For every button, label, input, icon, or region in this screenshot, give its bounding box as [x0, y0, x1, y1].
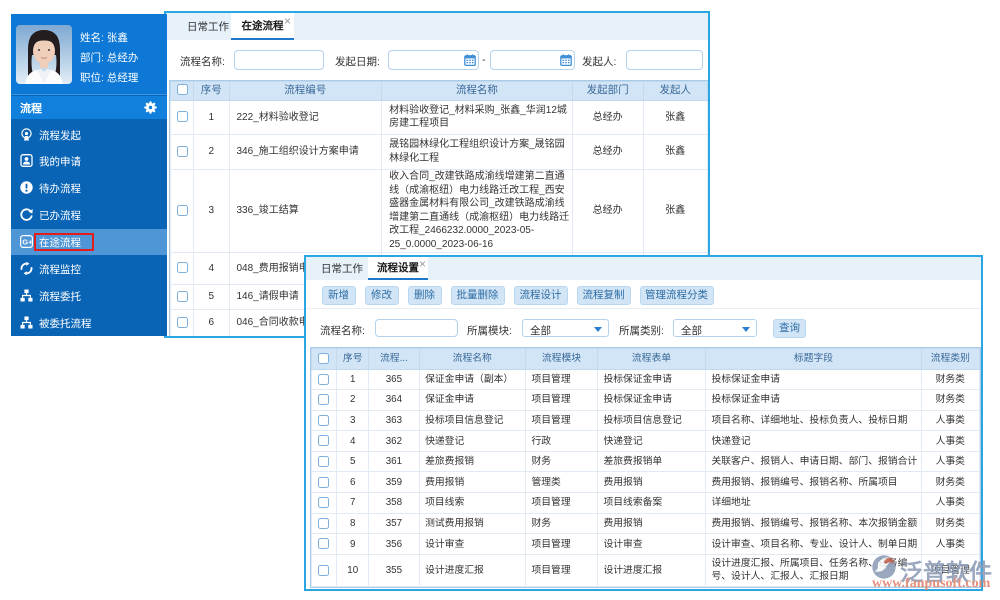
svg-text:G+: G+	[22, 237, 33, 246]
